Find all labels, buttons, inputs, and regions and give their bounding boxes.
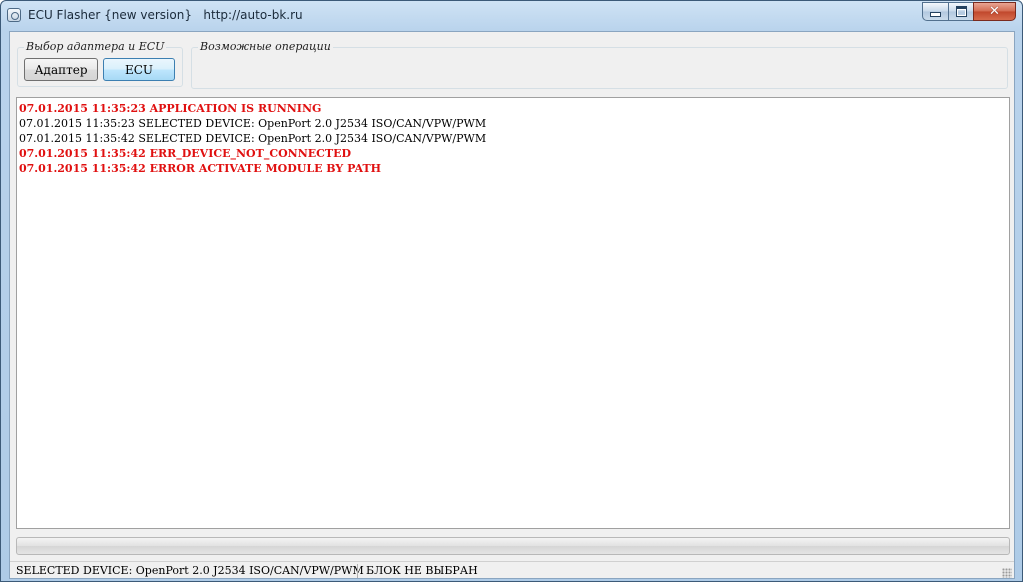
status-bar: SELECTED DEVICE: OpenPort 2.0 J2534 ISO/…: [10, 561, 1014, 580]
progress-bar: [16, 537, 1010, 555]
status-device: SELECTED DEVICE: OpenPort 2.0 J2534 ISO/…: [16, 564, 364, 577]
resize-grip[interactable]: [1002, 568, 1012, 578]
adapter-button[interactable]: Адаптер: [24, 58, 98, 81]
minimize-icon: [930, 12, 941, 17]
log-line: 07.01.2015 11:35:42 ERR_DEVICE_NOT_CONNE…: [19, 147, 352, 160]
adapter-ecu-group: Выбор адаптера и ECU Адаптер ECU: [17, 40, 183, 87]
minimize-button[interactable]: [922, 2, 948, 21]
log-line: 07.01.2015 11:35:42 ERROR ACTIVATE MODUL…: [19, 162, 382, 175]
operations-group-legend: Возможные операции: [198, 40, 333, 53]
operations-group: Возможные операции: [191, 40, 1008, 89]
window-title: ECU Flasher {new version} http://auto-bk…: [28, 8, 303, 22]
log-line: 07.01.2015 11:35:23 SELECTED DEVICE: Ope…: [19, 117, 487, 130]
maximize-icon: [955, 6, 967, 17]
ecu-button[interactable]: ECU: [103, 58, 175, 81]
log-line: 07.01.2015 11:35:23 APPLICATION IS RUNNI…: [19, 102, 322, 115]
status-block: БЛОК НЕ ВЫБРАН: [366, 564, 478, 577]
client-area: Выбор адаптера и ECU Адаптер ECU Возможн…: [9, 31, 1015, 579]
app-window: ECU Flasher {new version} http://auto-bk…: [0, 0, 1023, 582]
close-button[interactable]: ✕: [973, 2, 1016, 21]
maximize-button[interactable]: [948, 2, 973, 21]
app-icon[interactable]: [7, 8, 21, 22]
log-line: 07.01.2015 11:35:42 SELECTED DEVICE: Ope…: [19, 132, 487, 145]
close-icon: ✕: [989, 4, 1000, 19]
status-separator: [357, 564, 358, 578]
log-panel[interactable]: 07.01.2015 11:35:23 APPLICATION IS RUNNI…: [16, 97, 1010, 529]
adapter-ecu-group-legend: Выбор адаптера и ECU: [24, 40, 167, 53]
caption-buttons: ✕: [922, 2, 1016, 21]
title-bar[interactable]: ECU Flasher {new version} http://auto-bk…: [1, 1, 1022, 31]
